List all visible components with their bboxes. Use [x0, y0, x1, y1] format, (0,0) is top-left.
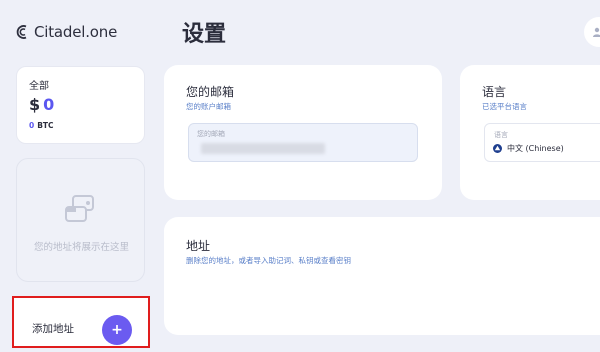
language-selected-row: 中文 (Chinese) [493, 143, 564, 154]
balance-btc-unit: BTC [37, 121, 54, 130]
email-subtitle: 您的账户邮箱 [186, 102, 231, 111]
address-subtitle: 删除您的地址，或者导入助记词、私钥或查看密钥 [186, 256, 351, 265]
total-balance-card: 全部 $0 0 BTC [16, 66, 145, 144]
balance-btc-value: 0 [29, 121, 35, 130]
add-address-panel[interactable]: 添加地址 + [12, 296, 150, 348]
user-icon [593, 27, 600, 37]
balance-usd: $0 [29, 95, 54, 114]
language-field-label: 语言 [494, 131, 508, 139]
language-subtitle: 已选平台语言 [482, 102, 527, 111]
address-settings-card[interactable]: 地址 删除您的地址，或者导入助记词、私钥或查看密钥 [164, 217, 600, 335]
empty-state-text: 您的地址将展示在这里 [33, 242, 129, 253]
app-logo[interactable]: Citadel.one [14, 22, 117, 42]
globe-icon [493, 144, 502, 153]
address-title: 地址 [186, 239, 211, 253]
citadel-logo-icon [16, 25, 27, 39]
email-title: 您的邮箱 [186, 85, 235, 99]
language-settings-card: 语言 已选平台语言 语言 中文 (Chinese) [460, 65, 600, 200]
currency-symbol: $ [29, 95, 41, 114]
addresses-empty-state: 您的地址将展示在这里 [16, 158, 145, 282]
language-selected-value: 中文 (Chinese) [507, 144, 564, 153]
app-name: Citadel.one [34, 23, 118, 41]
balance-btc: 0 BTC [29, 121, 54, 130]
email-settings-card: 您的邮箱 您的账户邮箱 您的邮箱 [164, 65, 442, 200]
balance-label: 全部 [29, 81, 49, 92]
email-value-redacted [201, 143, 325, 154]
email-field-label: 您的邮箱 [197, 130, 225, 138]
language-title: 语言 [482, 85, 507, 99]
language-select[interactable]: 语言 中文 (Chinese) [484, 123, 600, 162]
wallet-icon [65, 195, 94, 222]
plus-icon: + [111, 322, 123, 338]
page-title: 设置 [182, 22, 227, 47]
add-address-button[interactable]: + [102, 315, 132, 345]
account-button[interactable] [584, 17, 600, 47]
email-field[interactable]: 您的邮箱 [188, 123, 418, 162]
balance-usd-value: 0 [43, 95, 55, 114]
add-address-label: 添加地址 [32, 323, 74, 335]
